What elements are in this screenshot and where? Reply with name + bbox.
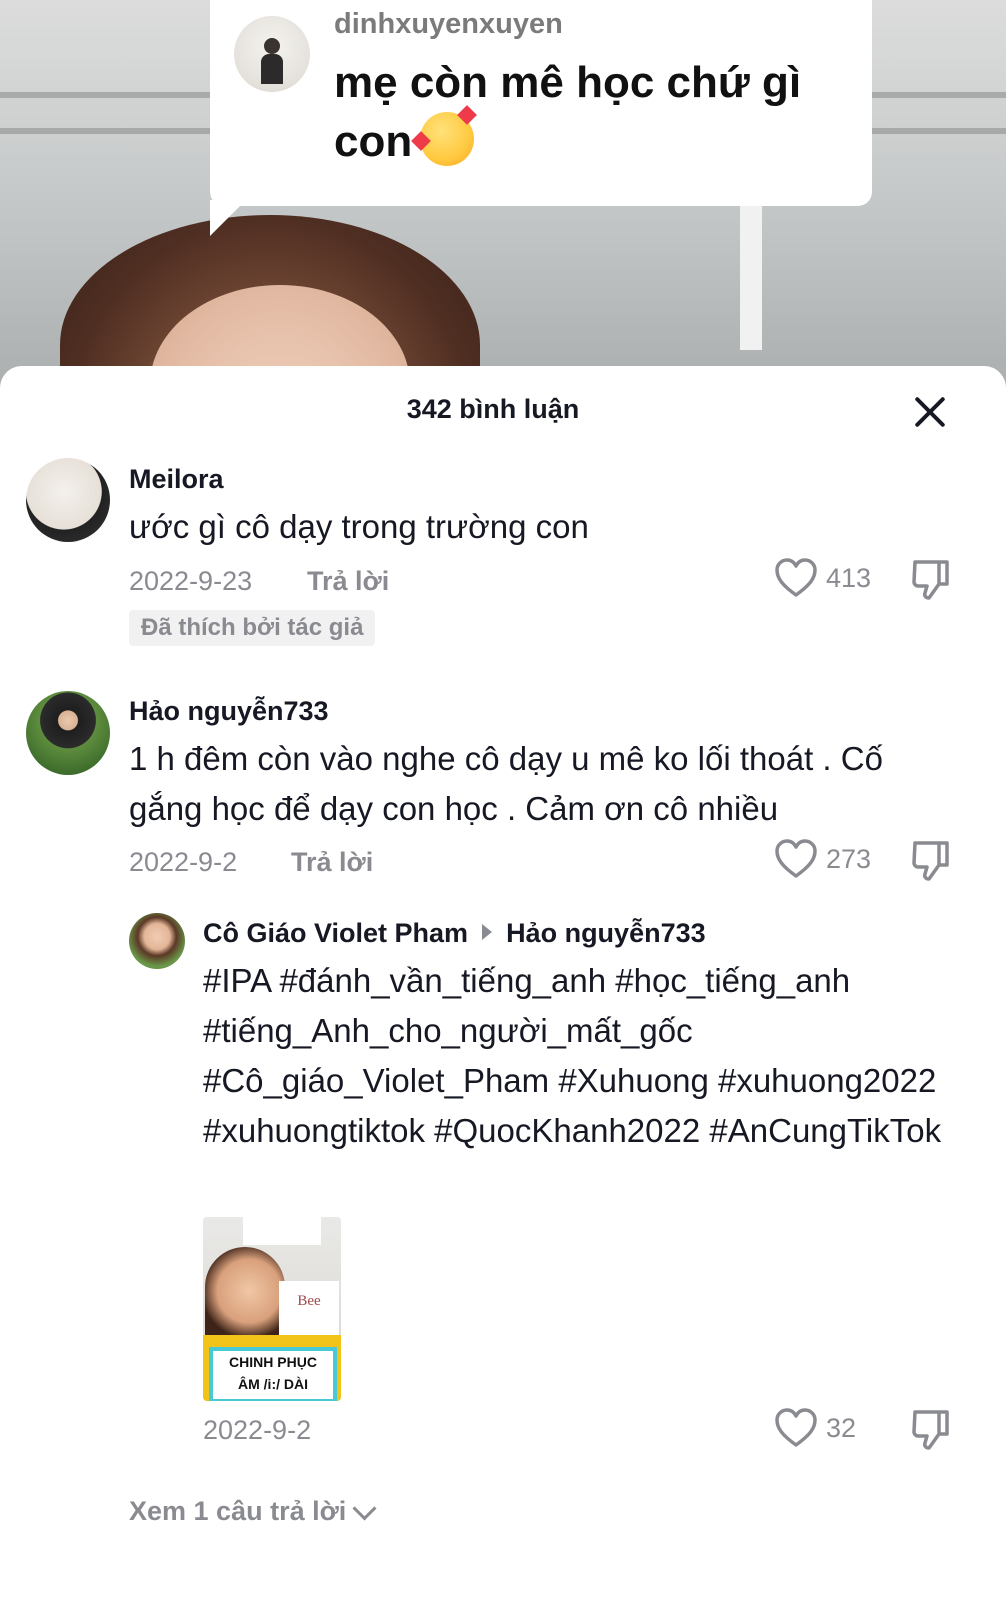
bubble-text: mẹ còn mê học chứ gì con <box>334 54 854 171</box>
reply-comment-bubble: dinhxuyenxuyen mẹ còn mê học chứ gì con <box>210 0 872 206</box>
bubble-comment-text: mẹ còn mê học chứ gì con <box>334 58 802 166</box>
heart-icon <box>775 1408 817 1447</box>
liked-by-creator-badge: Đã thích bởi tác giả <box>129 610 376 646</box>
like-button[interactable]: 32 <box>774 1408 856 1448</box>
comment-date: 2022-9-2 <box>129 847 238 877</box>
comment-date: 2022-9-23 <box>129 566 253 596</box>
thumbnail-title: CHINH PHỤC ÂM /i:/ DÀI <box>209 1347 337 1401</box>
comment-username[interactable]: Meilora <box>129 464 224 495</box>
bubble-username: dinhxuyenxuyen <box>334 8 563 40</box>
comments-count-title: 342 bình luận <box>406 394 580 424</box>
view-replies-label: Xem 1 câu trả lời <box>129 1496 347 1526</box>
avatar[interactable] <box>26 458 110 542</box>
dislike-icon[interactable] <box>911 558 951 602</box>
chevron-down-icon <box>352 1496 377 1521</box>
avatar[interactable] <box>129 913 185 969</box>
like-count: 413 <box>826 562 872 593</box>
avatar[interactable] <box>26 691 110 775</box>
like-count: 273 <box>826 843 872 874</box>
heart-icon <box>775 839 817 878</box>
close-icon[interactable] <box>910 392 950 432</box>
reply-text: #IPA #đánh_vần_tiếng_anh #học_tiếng_anh … <box>203 962 942 1149</box>
video-thumbnail[interactable]: Bee CHINH PHỤC ÂM /i:/ DÀI <box>203 1217 341 1401</box>
thumbnail-word-card: Bee <box>279 1281 339 1343</box>
reply-username-line: Cô Giáo Violet Pham Hảo nguyễn733 <box>203 918 706 949</box>
reply-date: 2022-9-2 <box>203 1415 312 1445</box>
comment-text: ước gì cô dạy trong trường con <box>129 508 589 545</box>
window-frame <box>740 200 762 350</box>
like-button[interactable]: 273 <box>774 839 871 879</box>
reply-button[interactable]: Trả lời <box>307 566 389 597</box>
dislike-icon[interactable] <box>911 1408 951 1452</box>
smiling-face-with-hearts-icon <box>411 105 478 166</box>
view-replies-button[interactable]: Xem 1 câu trả lời <box>129 1496 377 1527</box>
reply-username[interactable]: Cô Giáo Violet Pham <box>203 918 468 948</box>
heart-icon <box>775 558 817 597</box>
comment-text: 1 h đêm còn vào nghe cô dạy u mê ko lối … <box>129 740 883 827</box>
comments-sheet: 342 bình luận Meilora ước gì cô dạy tron… <box>0 366 1006 1600</box>
dislike-icon[interactable] <box>911 839 951 883</box>
reply-arrow-icon <box>482 924 493 940</box>
bubble-tail <box>210 200 246 236</box>
avatar <box>234 16 310 92</box>
reply-button[interactable]: Trả lời <box>291 847 373 878</box>
thumbnail-comment-sticker <box>243 1217 321 1245</box>
comment-username[interactable]: Hảo nguyễn733 <box>129 696 329 727</box>
reply-to-username[interactable]: Hảo nguyễn733 <box>506 918 706 948</box>
like-count: 32 <box>826 1412 857 1443</box>
video-background[interactable]: dinhxuyenxuyen mẹ còn mê học chứ gì con <box>0 0 1006 400</box>
like-button[interactable]: 413 <box>774 558 871 598</box>
